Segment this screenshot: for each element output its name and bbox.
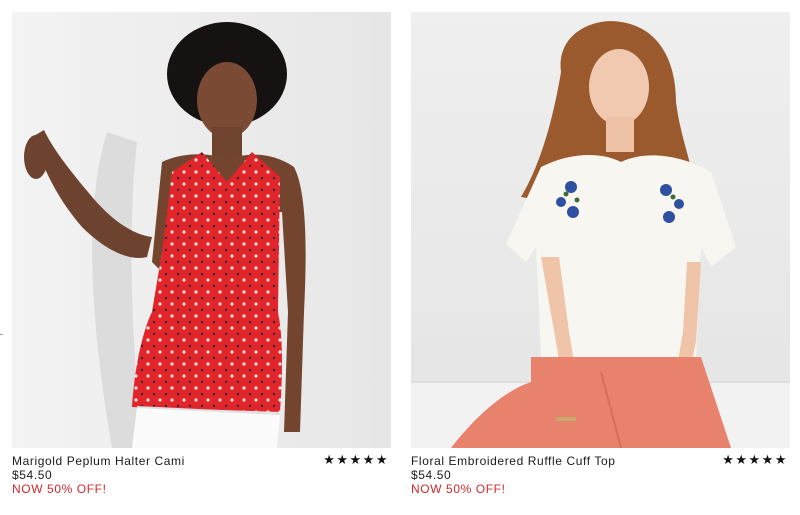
product-photo — [411, 12, 790, 448]
product-photo — [12, 12, 391, 448]
product-card[interactable]: Floral Embroidered Ruffle Cuff Top $54.5… — [411, 12, 790, 496]
product-info: Floral Embroidered Ruffle Cuff Top $54.5… — [411, 448, 790, 497]
product-grid: Marigold Peplum Halter Cami $54.50 NOW 5… — [0, 0, 800, 515]
star-rating-icon[interactable]: ★★★★★ — [323, 453, 389, 467]
product-price: $54.50 — [12, 468, 53, 482]
promo-badge: NOW 50% OFF! — [12, 482, 107, 496]
product-price: $54.50 — [411, 468, 452, 482]
promo-badge: NOW 50% OFF! — [411, 482, 506, 496]
product-image-link[interactable] — [12, 12, 391, 448]
star-rating-icon[interactable]: ★★★★★ — [722, 453, 788, 467]
product-image-link[interactable] — [411, 12, 790, 448]
product-card[interactable]: Marigold Peplum Halter Cami $54.50 NOW 5… — [12, 12, 391, 496]
product-info: Marigold Peplum Halter Cami $54.50 NOW 5… — [12, 448, 391, 497]
scroll-indicator — [0, 334, 3, 335]
